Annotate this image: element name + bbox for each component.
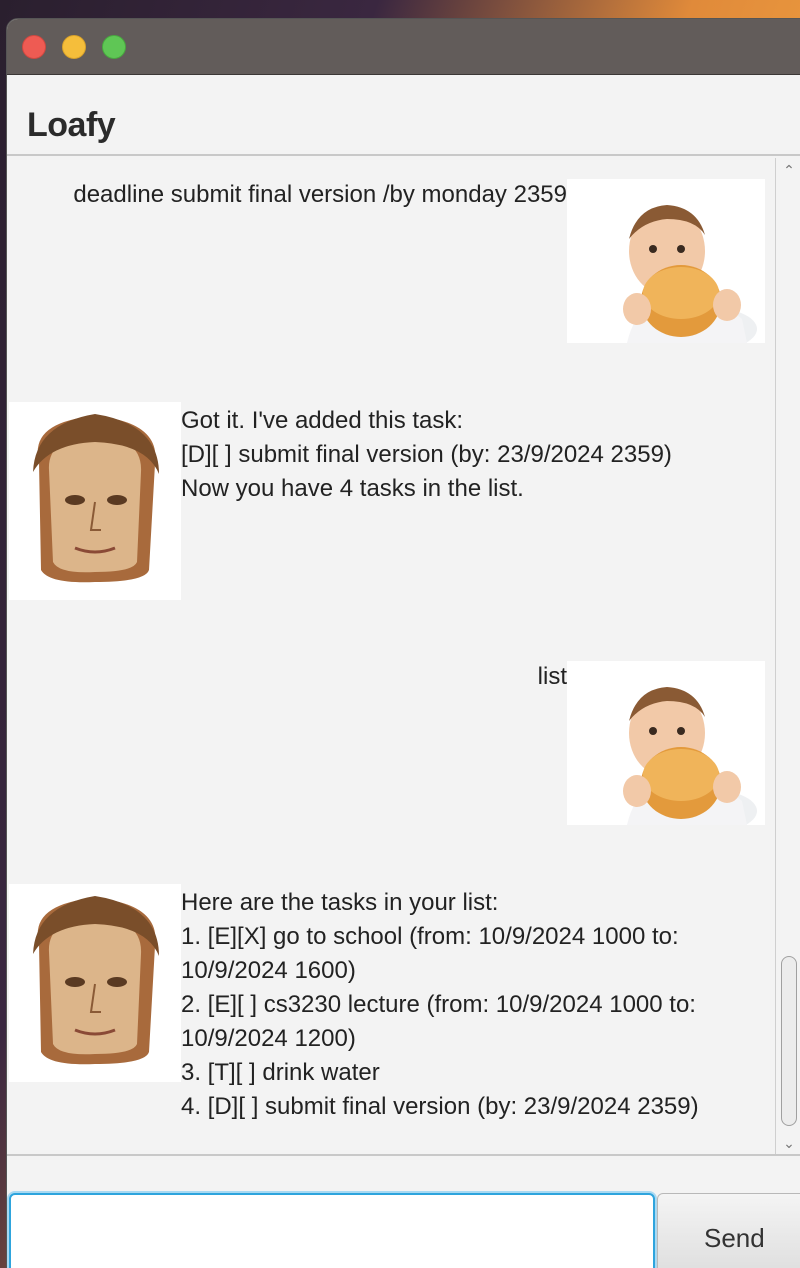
baby-eating-bun-avatar <box>567 661 765 825</box>
app-window: Loafy deadline submit final version /by … <box>6 18 800 1268</box>
bot-message-line: 1. [E][X] go to school (from: 10/9/2024 … <box>181 923 679 950</box>
chat-scroll-area[interactable]: deadline submit final version /by monday… <box>7 158 777 1154</box>
bot-message-line: 4. [D][ ] submit final version (by: 23/9… <box>181 1093 699 1120</box>
scroll-up-arrow-icon[interactable]: ⌃ <box>780 161 798 179</box>
bread-face-avatar <box>9 884 181 1082</box>
bot-message-line: Now you have 4 tasks in the list. <box>181 475 524 502</box>
scroll-down-arrow-icon[interactable]: ⌄ <box>780 1134 798 1152</box>
bot-message-line: 3. [T][ ] drink water <box>181 1059 380 1086</box>
close-window-button[interactable] <box>22 35 46 59</box>
bread-face-icon <box>9 402 181 600</box>
bread-face-icon <box>9 884 181 1082</box>
bread-face-avatar <box>9 402 181 600</box>
scrollbar-thumb[interactable] <box>781 956 797 1126</box>
window-titlebar[interactable] <box>7 19 800 75</box>
bot-message-line: Here are the tasks in your list: <box>181 889 499 916</box>
maximize-window-button[interactable] <box>102 35 126 59</box>
user-message: list <box>27 660 567 694</box>
baby-eating-bun-icon <box>567 661 765 825</box>
bot-message: Here are the tasks in your list: 1. [E][… <box>181 886 771 1124</box>
bot-message-line: 10/9/2024 1200) <box>181 1025 356 1052</box>
vertical-scrollbar[interactable]: ⌃ ⌄ <box>775 158 800 1154</box>
minimize-window-button[interactable] <box>62 35 86 59</box>
app-title: Loafy <box>27 106 116 144</box>
bot-message-line: [D][ ] submit final version (by: 23/9/20… <box>181 441 672 468</box>
bot-message-line: Got it. I've added this task: <box>181 407 464 434</box>
app-header: Loafy <box>7 76 800 156</box>
bot-message: Got it. I've added this task: [D][ ] sub… <box>181 404 771 506</box>
bot-message-line: 2. [E][ ] cs3230 lecture (from: 10/9/202… <box>181 991 696 1018</box>
message-input[interactable] <box>9 1193 655 1268</box>
send-button[interactable]: Send <box>657 1193 800 1268</box>
bot-message-line: 10/9/2024 1600) <box>181 957 356 984</box>
baby-eating-bun-icon <box>567 179 765 343</box>
user-message: deadline submit final version /by monday… <box>27 178 567 212</box>
baby-eating-bun-avatar <box>567 179 765 343</box>
user-message-text: list <box>537 663 567 690</box>
user-message-text: deadline submit final version /by monday… <box>73 181 567 208</box>
input-bar: Send <box>7 1154 800 1268</box>
